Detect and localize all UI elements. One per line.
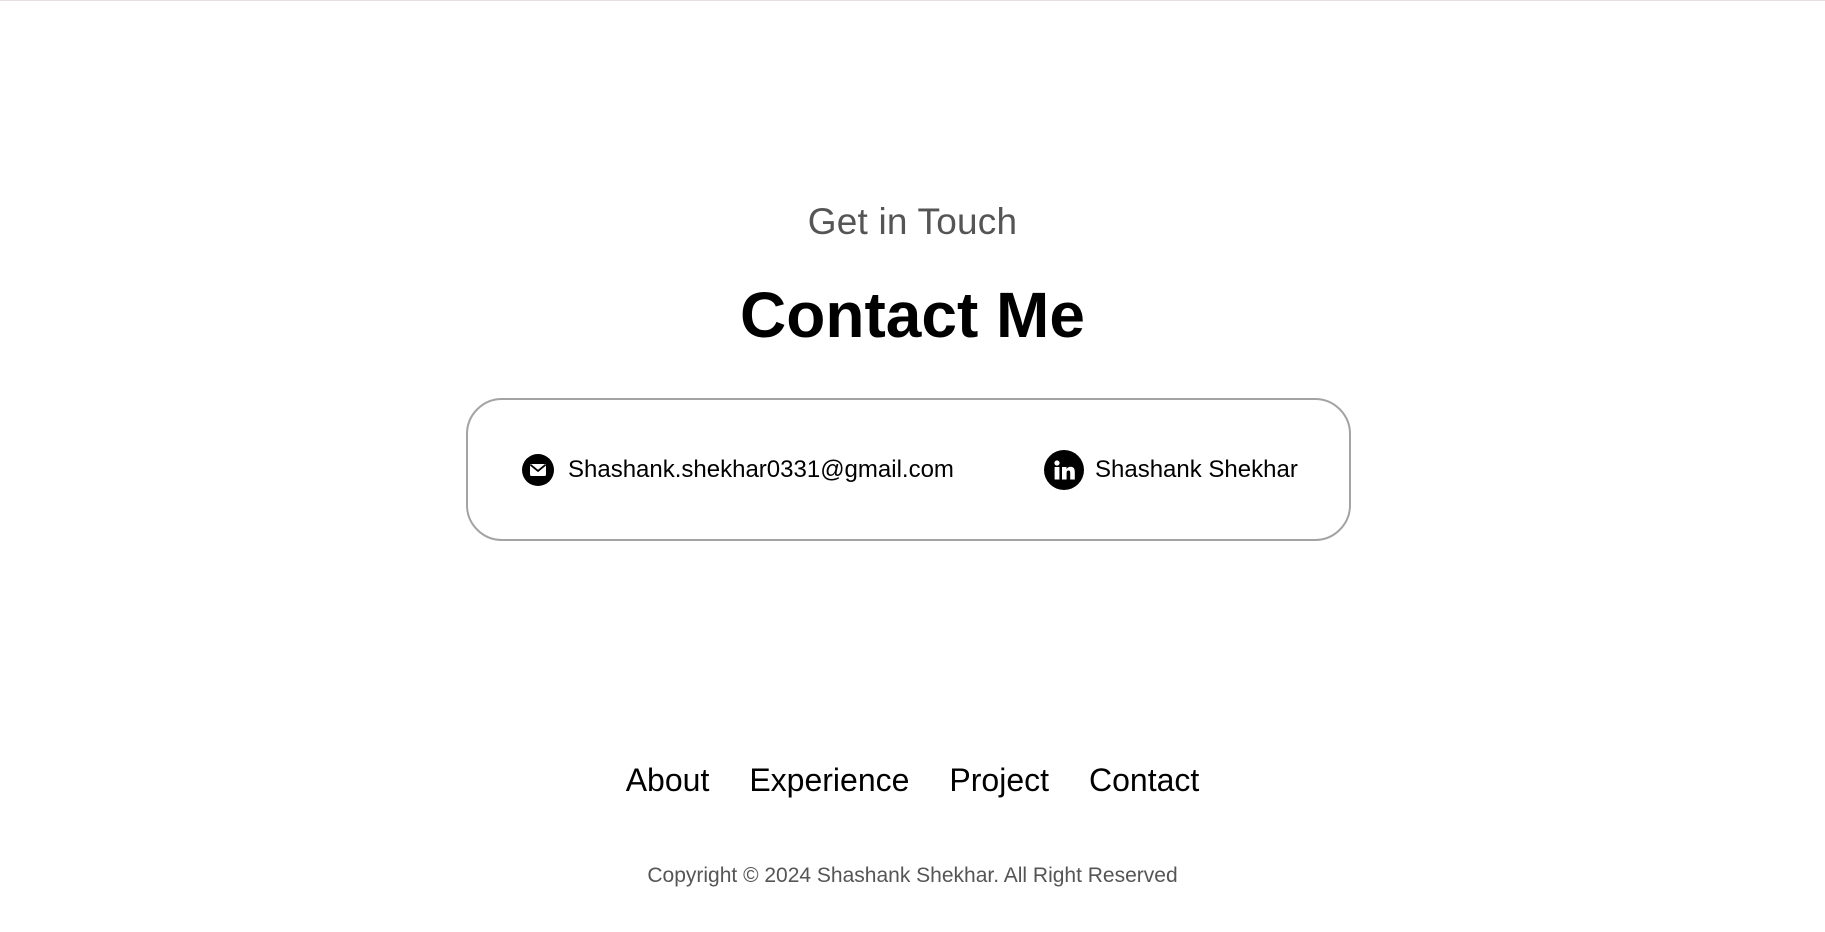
page-title: Contact Me (740, 279, 1085, 351)
linkedin-name: Shashank Shekhar (1095, 455, 1298, 483)
top-divider (0, 0, 1825, 1)
footer-nav: About Experience Project Contact (0, 758, 1825, 802)
copyright-text: Copyright © 2024 Shashank Shekhar. All R… (647, 864, 1178, 887)
footer-link-project[interactable]: Project (949, 758, 1049, 802)
mail-icon (522, 453, 554, 486)
contact-page: Get in Touch Contact Me Shashank.shekhar… (0, 0, 1825, 932)
footer-link-about[interactable]: About (626, 758, 710, 802)
email-address: Shashank.shekhar0331@gmail.com (568, 455, 954, 483)
linkedin-icon (1044, 449, 1084, 490)
linkedin-link[interactable]: Shashank Shekhar (1044, 400, 1298, 539)
section-subtitle: Get in Touch (807, 201, 1018, 242)
email-link[interactable]: Shashank.shekhar0331@gmail.com (522, 400, 954, 539)
contact-card: Shashank.shekhar0331@gmail.com Shashank … (466, 398, 1351, 541)
footer-link-experience[interactable]: Experience (749, 758, 909, 802)
footer-link-contact[interactable]: Contact (1089, 758, 1199, 802)
